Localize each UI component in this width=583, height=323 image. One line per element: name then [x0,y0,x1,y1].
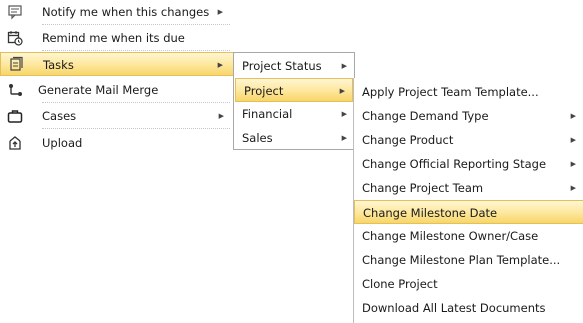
menu-item-change-project-team[interactable]: Change Project Team ▶ [354,176,583,200]
submenu-arrow-icon: ▶ [341,134,347,142]
menu-item-label: Download All Latest Documents [362,301,546,315]
menu-item-label: Change Demand Type [362,109,489,123]
submenu-arrow-icon: ▶ [339,87,345,95]
menu-item-financial[interactable]: Financial ▶ [234,102,354,126]
menu-item-label: Change Milestone Plan Template... [362,253,561,267]
menu-separator [42,50,230,51]
menu-item-remind[interactable]: Remind me when its due [0,26,234,50]
mail-merge-icon [9,84,22,96]
menu-item-change-milestone-date[interactable]: Change Milestone Date [354,200,583,224]
menu-item-change-demand-type[interactable]: Change Demand Type ▶ [354,104,583,128]
menu-item-project[interactable]: Project ▶ [235,78,353,102]
upload-icon [9,136,21,150]
menu-item-change-official-reporting-stage[interactable]: Change Official Reporting Stage ▶ [354,152,583,176]
submenu-arrow-icon: ▶ [341,62,347,70]
menu-item-label: Financial [242,107,293,121]
menu-item-upload[interactable]: Upload [0,131,234,155]
menu-item-sales[interactable]: Sales ▶ [234,126,354,150]
menu-item-label: Project [244,84,284,98]
menu-item-label: Change Official Reporting Stage [362,157,547,171]
menu-item-label: Apply Project Team Template... [362,85,539,99]
menu-item-change-milestone-owner-case[interactable]: Change Milestone Owner/Case [354,224,583,248]
menu-item-change-product[interactable]: Change Product ▶ [354,128,583,152]
menu-item-label: Remind me when its due [42,31,185,45]
menu-item-apply-project-team-template[interactable]: Apply Project Team Template... [354,80,583,104]
menu-item-generate-mail-merge[interactable]: Generate Mail Merge [0,78,234,102]
menu-item-label: Change Product [362,133,454,147]
menu-item-notify[interactable]: Notify me when this changes ▶ [0,0,234,24]
submenu-arrow-icon: ▶ [341,110,347,118]
menu-item-label: Change Project Team [362,181,484,195]
menu-separator [42,128,230,129]
menu-item-download-all-latest-documents[interactable]: Download All Latest Documents [354,296,583,320]
menu-item-label: Cases [42,109,77,123]
submenu-arrow-icon: ▶ [217,8,223,16]
tasks-icon [10,56,23,71]
menu-separator [42,102,230,103]
submenu-arrow-icon: ▶ [218,112,224,120]
menu-item-project-status[interactable]: Project Status ▶ [234,54,354,78]
menu-item-label: Sales [242,131,273,145]
menu-item-label: Notify me when this changes [42,5,210,19]
menu-item-clone-project[interactable]: Clone Project [354,272,583,296]
menu-item-label: Clone Project [362,277,438,291]
context-menu: Notify me when this changes ▶ Remind me … [0,0,234,160]
submenu-arrow-icon: ▶ [570,136,576,144]
menu-separator [42,24,230,25]
tasks-submenu: Project Status ▶ Project ▶ Financial ▶ S… [233,52,355,150]
submenu-arrow-icon: ▶ [217,61,223,69]
menu-item-label: Tasks [43,58,74,72]
submenu-arrow-icon: ▶ [570,160,576,168]
menu-item-change-milestone-plan-template[interactable]: Change Milestone Plan Template... [354,248,583,272]
submenu-arrow-icon: ▶ [570,112,576,120]
project-submenu: Apply Project Team Template... Change De… [353,78,583,323]
submenu-arrow-icon: ▶ [570,184,576,192]
menu-item-tasks[interactable]: Tasks ▶ [0,52,234,76]
menu-item-label: Change Milestone Owner/Case [362,229,539,243]
briefcase-icon [7,110,23,123]
menu-item-label: Upload [42,136,83,150]
calendar-clock-icon [7,31,23,46]
menu-item-label: Project Status [242,59,322,73]
menu-item-label: Generate Mail Merge [38,83,159,97]
comment-icon [8,5,22,20]
menu-item-label: Change Milestone Date [363,206,498,220]
menu-item-cases[interactable]: Cases ▶ [0,104,234,128]
